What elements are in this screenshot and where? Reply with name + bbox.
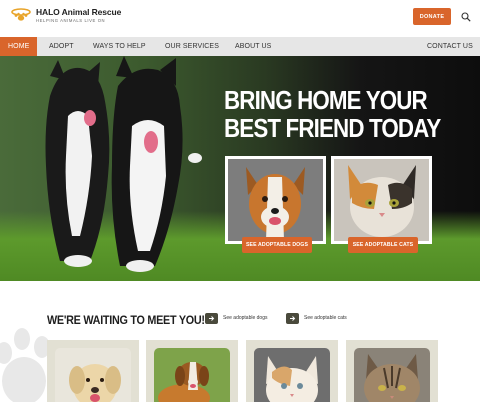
arrow-right-icon xyxy=(205,312,218,324)
see-adoptable-cats-label: See adoptable cats xyxy=(304,315,347,321)
see-adoptable-cats-link[interactable]: See adoptable cats xyxy=(286,312,347,324)
see-adoptable-cats-button[interactable]: SEE ADOPTABLE CATS xyxy=(348,237,418,253)
donate-button[interactable]: DONATE xyxy=(413,8,451,25)
nav-item-contact-us[interactable]: CONTACT US xyxy=(427,37,473,56)
adoptable-cat-photo[interactable] xyxy=(331,156,432,244)
adoptable-dog-photo[interactable] xyxy=(225,156,326,244)
pet-card[interactable] xyxy=(246,340,338,402)
brand-tagline: HELPING ANIMALS LIVE ON xyxy=(36,17,106,23)
site-header: HALO Animal Rescue HELPING ANIMALS LIVE … xyxy=(0,0,480,37)
see-adoptable-dogs-button[interactable]: SEE ADOPTABLE DOGS xyxy=(242,237,312,253)
hero-banner: BRING HOME YOUR BEST FRIEND TODAY SEE AD… xyxy=(0,56,480,281)
pet-card[interactable] xyxy=(346,340,438,402)
nav-item-ways-to-help[interactable]: WAYS TO HELP xyxy=(93,37,146,56)
see-adoptable-dogs-link[interactable]: See adoptable dogs xyxy=(205,312,267,324)
pet-card[interactable] xyxy=(146,340,238,402)
hero-headline: BRING HOME YOUR BEST FRIEND TODAY xyxy=(224,85,441,143)
site-logo[interactable]: HALO Animal Rescue HELPING ANIMALS LIVE … xyxy=(10,8,121,23)
search-icon[interactable] xyxy=(461,12,471,22)
halo-logo-icon xyxy=(11,8,31,21)
see-adoptable-dogs-label: See adoptable dogs xyxy=(223,315,268,321)
pet-photo-beagle xyxy=(154,348,230,402)
arrow-right-icon xyxy=(286,312,299,324)
waiting-title: WE'RE WAITING TO MEET YOU! xyxy=(47,313,205,327)
hero-dogs-image xyxy=(45,56,202,272)
nav-item-our-services[interactable]: OUR SERVICES xyxy=(165,37,219,56)
main-nav: HOME ADOPT WAYS TO HELP OUR SERVICES ABO… xyxy=(0,37,480,56)
brand-name: HALO Animal Rescue xyxy=(36,7,122,17)
hero-headline-line-2: BEST FRIEND TODAY xyxy=(224,113,441,143)
pet-card[interactable] xyxy=(47,340,139,402)
pet-photo-labrador xyxy=(55,348,131,402)
dog-portrait-image xyxy=(228,159,323,241)
nav-item-about-us[interactable]: ABOUT US xyxy=(235,37,271,56)
pet-photo-tabby xyxy=(354,348,430,402)
hero-headline-line-1: BRING HOME YOUR xyxy=(224,85,428,115)
nav-item-adopt[interactable]: ADOPT xyxy=(49,37,74,56)
nav-item-home[interactable]: HOME xyxy=(0,37,38,56)
pet-photo-kitten xyxy=(254,348,330,402)
cat-portrait-image xyxy=(334,159,429,241)
waiting-section: WE'RE WAITING TO MEET YOU! See adoptable… xyxy=(0,281,480,402)
